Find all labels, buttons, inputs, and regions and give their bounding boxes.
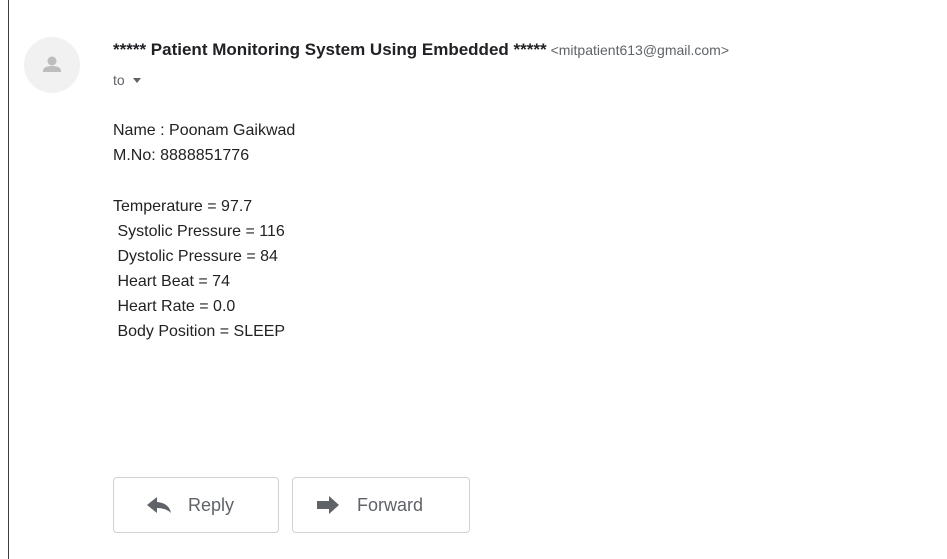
reply-arrow-icon <box>147 497 171 513</box>
recipients-toggle[interactable]: to <box>113 71 947 89</box>
sender-line: ***** Patient Monitoring System Using Em… <box>113 38 947 62</box>
reply-label: Reply <box>188 494 235 515</box>
reading-heart-rate: Heart Rate = 0.0 <box>113 298 236 315</box>
patient-name: Name : Poonam Gaikwad <box>113 122 296 139</box>
reading-systolic-pressure: Systolic Pressure = 116 <box>113 223 285 240</box>
reading-heart-beat: Heart Beat = 74 <box>113 273 230 290</box>
reading-dystolic-pressure: Dystolic Pressure = 84 <box>113 248 278 265</box>
reply-button[interactable]: Reply <box>113 477 279 533</box>
sender-avatar[interactable] <box>24 37 80 93</box>
message-body: Name : Poonam Gaikwad M.No: 8888851776 T… <box>113 118 295 344</box>
to-label: to <box>113 72 125 88</box>
person-icon <box>43 56 61 72</box>
forward-label: Forward <box>357 494 424 515</box>
pane-divider <box>8 0 9 559</box>
caret-down-icon[interactable] <box>132 77 141 83</box>
mobile-number: M.No: 8888851776 <box>113 147 250 164</box>
reading-body-position: Body Position = SLEEP <box>113 323 286 340</box>
reading-temperature: Temperature = 97.7 <box>113 198 253 215</box>
email-view: ***** Patient Monitoring System Using Em… <box>0 0 947 559</box>
sender-email: <mitpatient613@gmail.com> <box>550 42 730 58</box>
message-actions: Reply Forward <box>113 477 470 533</box>
sender-name[interactable]: ***** Patient Monitoring System Using Em… <box>113 40 547 59</box>
forward-arrow-icon <box>317 496 339 514</box>
forward-button[interactable]: Forward <box>292 477 470 533</box>
message-header: ***** Patient Monitoring System Using Em… <box>113 38 947 89</box>
